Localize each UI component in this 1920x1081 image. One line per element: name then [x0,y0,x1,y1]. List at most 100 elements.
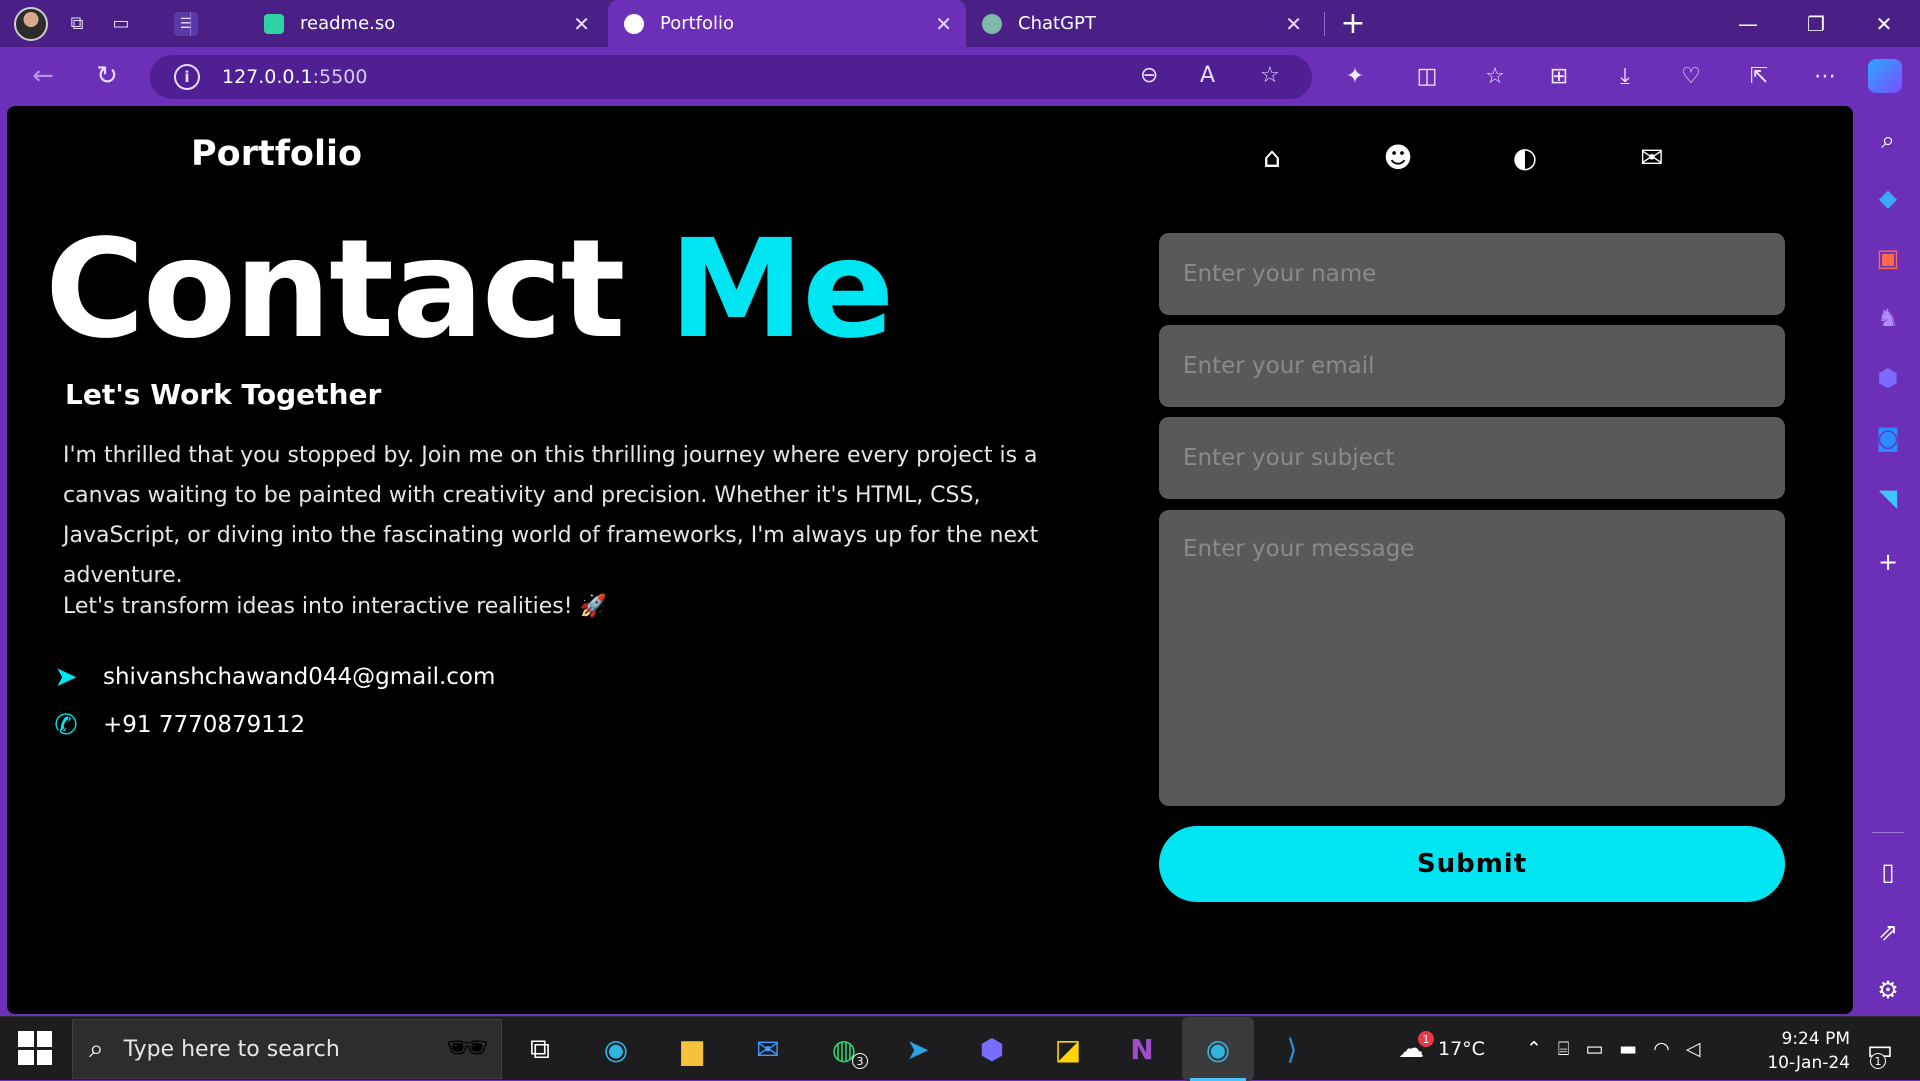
address-bar[interactable]: i 127.0.0.1:5500 ⊖ A ☆ [150,55,1312,99]
weather-temp: 17°C [1438,1038,1485,1060]
tab-chatgpt[interactable]: ChatGPT ✕ [982,0,1316,47]
close-tab-icon[interactable]: ✕ [1285,12,1302,36]
split-screen-icon[interactable]: ◫ [1410,59,1444,93]
sticky-notes-icon[interactable]: ◪ [1046,1027,1090,1071]
system-clock[interactable]: 9:24 PM 10-Jan-24 [1730,1027,1850,1075]
shopping-tag-icon[interactable]: ◆ [1870,180,1906,216]
wifi-icon[interactable]: ◠ [1653,1038,1670,1060]
subject-input[interactable] [1159,417,1785,499]
outlook-icon[interactable]: ◙ [1870,420,1906,456]
search-icon[interactable]: ⌕ [1870,122,1906,158]
extensions-icon[interactable]: ✦ [1338,59,1372,93]
profile-avatar[interactable] [14,6,48,41]
search-highlight-icon: 🕶 [445,1028,489,1068]
site-info-icon[interactable]: i [174,64,200,90]
display-icon[interactable]: ▭ [1585,1038,1603,1060]
collections-tab-icon[interactable]: ☰ [174,11,198,36]
contact-mail-icon[interactable]: ✉ [1635,140,1669,174]
page-title: Contact Me [45,211,894,369]
mail-icon[interactable]: ✉ [746,1027,790,1071]
favorite-star-icon[interactable]: ☆ [1260,63,1280,88]
email-input[interactable] [1159,325,1785,407]
windows-start-icon[interactable] [18,1031,52,1065]
address-row: ← ↻ i 127.0.0.1:5500 ⊖ A ☆ ✦ ◫ ☆ ⊞ ⤓ ♡ ⇱… [0,47,1920,105]
notification-badge: 1 [1870,1053,1886,1069]
tab-label: readme.so [300,13,396,34]
taskbar: ⌕ Type here to search 🕶 ⧉ ◉ ▆ ✉ ◍ 3 ➤ ⬢ … [0,1016,1920,1081]
copilot-sidebar-icon[interactable]: ⬢ [1870,360,1906,396]
phone-icon: ✆ [54,708,78,741]
downloads-icon[interactable]: ⤓ [1608,59,1642,93]
chevron-up-icon[interactable]: ⌃ [1526,1038,1542,1060]
message-textarea[interactable] [1159,510,1785,806]
tools-icon[interactable]: ▣ [1870,240,1906,276]
refresh-button[interactable]: ↻ [88,57,126,95]
minimize-button[interactable]: — [1714,0,1782,47]
tab-label: ChatGPT [1018,13,1096,34]
browser-essentials-icon[interactable]: ♡ [1674,59,1708,93]
subheading: Let's Work Together [65,378,382,411]
tab-label: Portfolio [660,13,735,34]
copilot-app-icon[interactable]: ⬢ [970,1027,1014,1071]
copilot-icon[interactable] [1868,59,1902,93]
add-icon[interactable]: + [1870,544,1906,580]
readme-favicon [264,13,284,34]
weather-widget[interactable]: ☁ 17°C [1398,1017,1485,1081]
workspaces-icon[interactable]: ⧉ [62,9,92,39]
tab-portfolio[interactable]: Portfolio ✕ [608,0,966,47]
edge-sidebar: ⌕ ◆ ▣ ♞ ⬢ ◙ ◥ + ▯ ⇗ ⚙ [1856,106,1920,1016]
tab-bar: ⧉ ▭ ☰ readme.so ✕ Portfolio ✕ ChatGPT ✕ … [0,0,1920,47]
home-icon[interactable]: ⌂ [1255,140,1289,174]
close-window-button[interactable]: ✕ [1850,0,1918,47]
task-view-icon[interactable]: ⧉ [518,1027,562,1071]
portfolio-favicon [624,13,644,34]
search-placeholder: Type here to search [123,1036,340,1062]
open-external-icon[interactable]: ⇗ [1870,914,1906,950]
volume-icon[interactable]: ◁ [1686,1038,1701,1060]
skills-icon[interactable]: ◐ [1508,140,1542,174]
more-menu-icon[interactable]: ⋯ [1808,59,1842,93]
zoom-icon[interactable]: ⊖ [1140,63,1158,88]
close-tab-icon[interactable]: ✕ [935,12,952,36]
edge-profile-active-icon[interactable]: ◉ [1182,1017,1254,1081]
vscode-icon[interactable]: ⟩ [1270,1027,1314,1071]
clock-date: 10-Jan-24 [1767,1053,1850,1073]
meet-now-icon[interactable]: ⌸ [1558,1038,1569,1060]
phone-row: ✆ +91 7770879112 [47,708,305,741]
edge-app-icon[interactable]: ◉ [594,1027,638,1071]
games-icon[interactable]: ♞ [1870,300,1906,336]
send-icon: ➤ [54,660,78,693]
telegram-icon[interactable]: ➤ [896,1027,940,1071]
tagline: Let's transform ideas into interactive r… [63,594,607,619]
new-tab-button[interactable]: + [1338,0,1368,47]
tray-icons[interactable]: ⌃ ⌸ ▭ ▬ ◠ ◁ [1526,1017,1700,1081]
search-icon: ⌕ [89,1033,104,1064]
file-explorer-icon[interactable]: ▆ [670,1027,714,1071]
battery-icon[interactable]: ▬ [1619,1038,1637,1060]
share-icon[interactable]: ⇱ [1742,59,1776,93]
restore-button[interactable]: ❐ [1782,0,1850,47]
name-input[interactable] [1159,233,1785,315]
weather-badge: 1 [1418,1031,1434,1047]
about-icon[interactable]: ☻ [1381,140,1415,174]
collections-icon[interactable]: ⊞ [1542,59,1576,93]
url-text[interactable]: 127.0.0.1:5500 [222,66,367,88]
site-brand[interactable]: Portfolio [191,134,362,174]
email-text[interactable]: shivanshchawand044@gmail.com [103,664,495,690]
submit-button[interactable]: Submit [1159,826,1785,902]
back-button[interactable]: ← [24,57,62,95]
close-tab-icon[interactable]: ✕ [573,12,590,36]
onenote-icon[interactable]: N [1120,1027,1164,1071]
favorites-icon[interactable]: ☆ [1478,59,1512,93]
email-row: ➤ shivanshchawand044@gmail.com [47,660,495,693]
drop-icon[interactable]: ◥ [1870,480,1906,516]
intro-paragraph: I'm thrilled that you stopped by. Join m… [63,443,1039,588]
read-aloud-icon[interactable]: A [1200,63,1215,88]
phone-text[interactable]: +91 7770879112 [103,712,305,738]
sidebar-toggle-icon[interactable]: ▯ [1870,854,1906,890]
taskbar-search[interactable]: ⌕ Type here to search 🕶 [72,1019,502,1079]
tab-readme[interactable]: readme.so ✕ [264,0,604,47]
settings-gear-icon[interactable]: ⚙ [1870,972,1906,1008]
tab-actions-icon[interactable]: ▭ [106,9,136,39]
page-viewport: Portfolio ⌂ ☻ ◐ ✉ Contact Me Let's Work … [7,106,1853,1014]
